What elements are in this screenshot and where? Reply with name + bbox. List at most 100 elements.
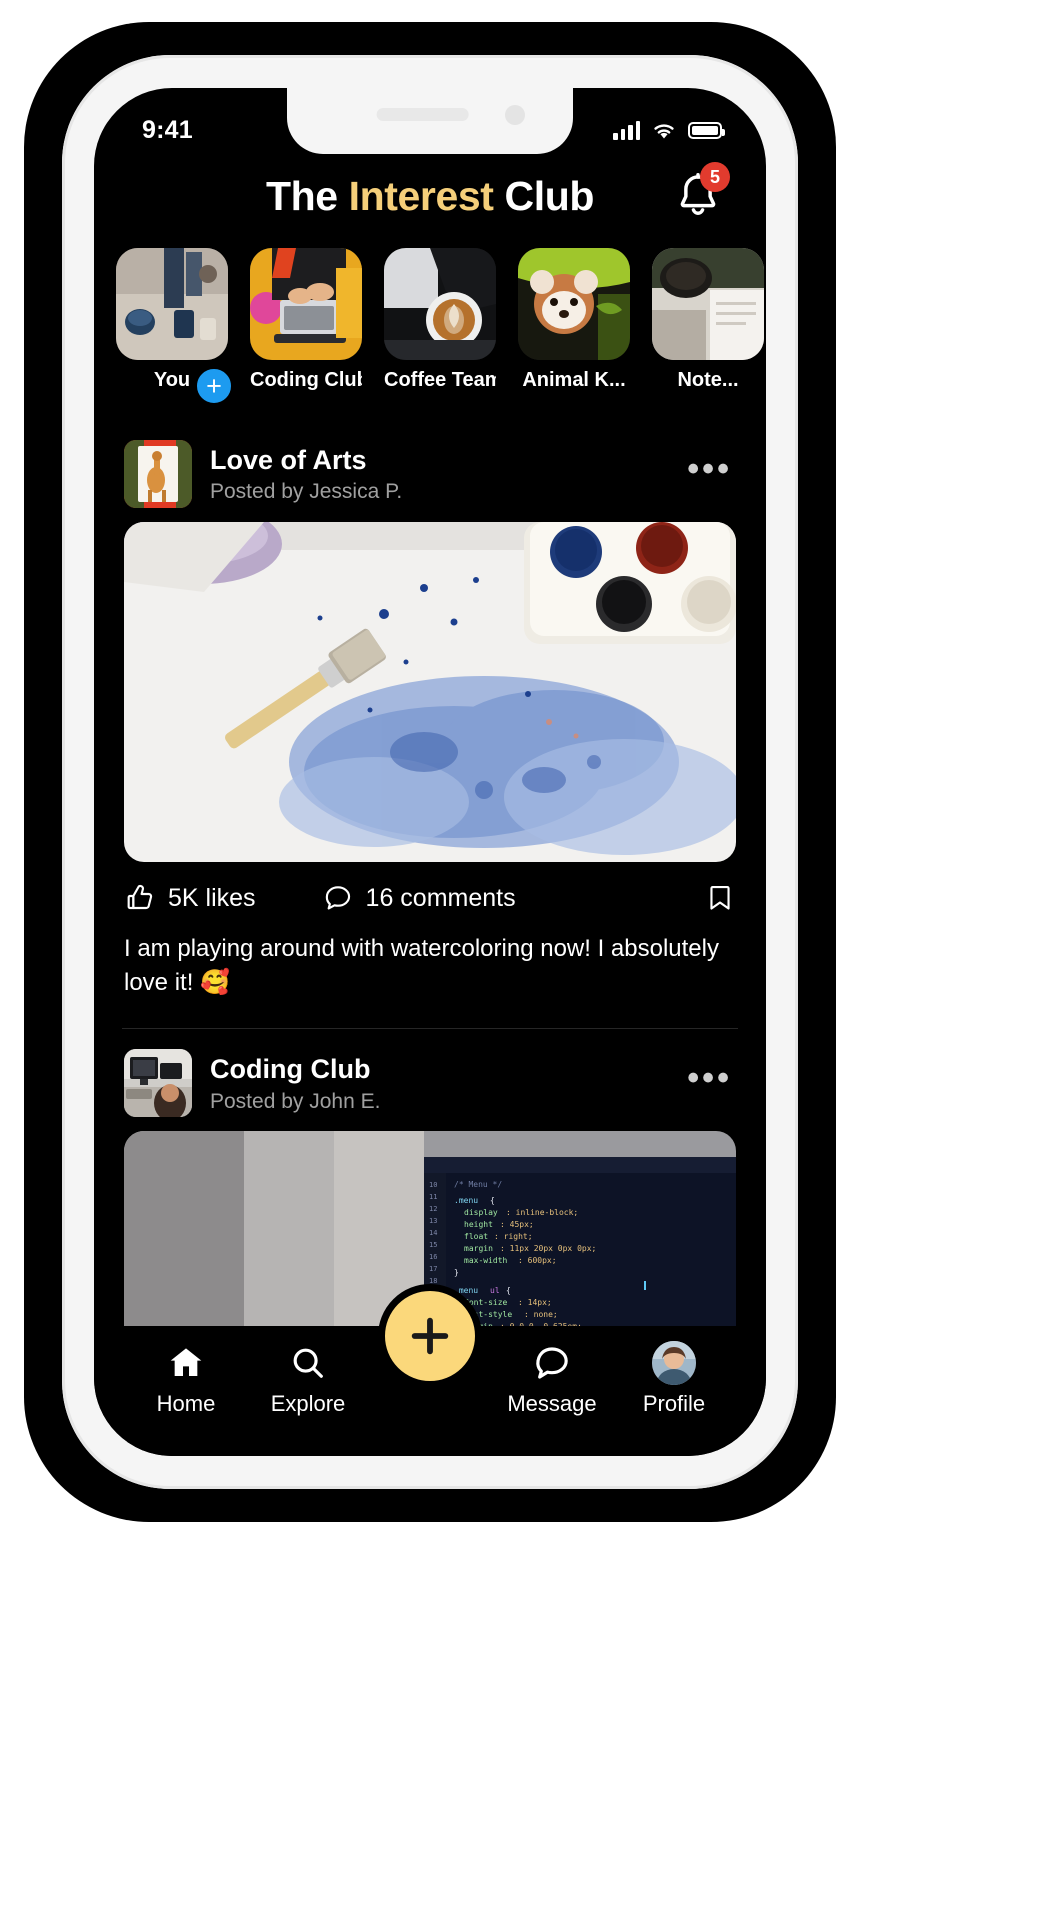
add-story-button[interactable]: +: [194, 366, 234, 404]
home-icon: [166, 1342, 206, 1384]
svg-text:15: 15: [429, 1241, 437, 1249]
nav-label: Explore: [270, 1391, 346, 1416]
story-thumbnail[interactable]: [116, 248, 228, 360]
comment-count: 16 comments: [365, 883, 516, 912]
svg-text:10: 10: [429, 1181, 437, 1189]
more-options-icon[interactable]: •••: [677, 1062, 736, 1104]
giraffe-painting-thumb-image: [124, 440, 192, 508]
app-header: The Interest Club 5: [94, 150, 766, 242]
nav-item-home[interactable]: Home: [128, 1342, 244, 1417]
message-bubble-icon: [532, 1342, 572, 1384]
post-meta: Love of Arts Posted by Jessica P.: [210, 444, 659, 505]
svg-text:16: 16: [429, 1253, 437, 1261]
story-item-coding-club[interactable]: Coding Club: [250, 248, 362, 404]
notifications-button[interactable]: 5: [672, 162, 730, 222]
svg-text:: 11px 20px 0px 0px;: : 11px 20px 0px 0px;: [500, 1244, 596, 1253]
title-club: Club: [493, 172, 595, 219]
svg-text:ul: ul: [490, 1286, 500, 1295]
post-actions: 5K likes 16 comments: [94, 862, 766, 920]
title-interest: Interest: [348, 172, 494, 219]
nav-item-profile[interactable]: Profile: [616, 1341, 732, 1417]
profile-avatar-icon: [652, 1341, 696, 1385]
svg-text:display: display: [464, 1208, 498, 1217]
front-camera: [505, 105, 525, 125]
post-club-name: Love of Arts: [210, 444, 367, 475]
watercolor-painting-flatlay-image: [124, 522, 736, 862]
coffee-cup-notes-image: [652, 248, 764, 360]
nav-item-explore[interactable]: Explore: [250, 1342, 366, 1417]
story-thumbnail[interactable]: [250, 248, 362, 360]
stories-row[interactable]: + You Coding Club Coffee Team Animal K..…: [94, 248, 766, 404]
page-title: The Interest Club: [266, 173, 594, 220]
plus-icon: [411, 1317, 449, 1355]
save-button[interactable]: [704, 882, 736, 914]
svg-text:17: 17: [429, 1265, 437, 1273]
story-item-coffee-team[interactable]: Coffee Team: [384, 248, 496, 404]
post-meta: Coding Club Posted by John E.: [210, 1053, 659, 1114]
story-thumbnail[interactable]: [652, 248, 764, 360]
svg-text:11: 11: [429, 1193, 437, 1201]
svg-text:: inline-block;: : inline-block;: [506, 1208, 578, 1217]
story-item-notes[interactable]: Note...: [652, 248, 764, 404]
story-item-animal-kingdom[interactable]: Animal K...: [518, 248, 630, 404]
cellular-signal-icon: [613, 120, 640, 140]
wifi-icon: [654, 123, 674, 138]
svg-text:}: }: [454, 1268, 459, 1277]
svg-text:margin: margin: [464, 1244, 493, 1253]
post-author: Posted by Jessica P.: [210, 480, 403, 504]
avatar[interactable]: [124, 1049, 192, 1118]
desk-workstation-thumb-image: [124, 1049, 192, 1118]
post-author: Posted by John E.: [210, 1089, 381, 1113]
laptop-coding-image: [250, 248, 362, 360]
avatar[interactable]: [124, 440, 192, 508]
bookmark-icon: [710, 886, 730, 910]
story-item-you[interactable]: + You: [116, 248, 234, 404]
post-media[interactable]: [124, 522, 736, 862]
search-icon: [289, 1342, 327, 1384]
red-panda-image: [518, 248, 630, 360]
svg-text:{: {: [490, 1196, 495, 1205]
notification-badge: 5: [700, 162, 730, 192]
svg-text:13: 13: [429, 1217, 437, 1225]
title-the: The: [265, 172, 349, 219]
svg-text:.menu: .menu: [454, 1196, 478, 1205]
svg-text:: none;: : none;: [524, 1310, 558, 1319]
svg-text:: 600px;: : 600px;: [518, 1256, 557, 1265]
phone-notch: [287, 88, 573, 154]
nav-label: Home: [156, 1391, 216, 1416]
story-label: Note...: [677, 369, 739, 391]
story-thumbnail[interactable]: [384, 248, 496, 360]
thumbs-up-icon: [127, 884, 153, 910]
comment-button[interactable]: 16 comments: [322, 882, 516, 914]
svg-text:float: float: [464, 1232, 488, 1241]
svg-text:/* Menu */: /* Menu */: [454, 1180, 502, 1189]
nav-label: Profile: [642, 1391, 706, 1416]
latte-pour-image: [384, 248, 496, 360]
feed-post: Love of Arts Posted by Jessica P. ••• 5K…: [94, 420, 766, 1014]
battery-full-icon: [688, 121, 725, 139]
coffee-table-scene-image: [116, 248, 228, 360]
story-thumbnail[interactable]: [518, 248, 630, 360]
profile-photo-image: [652, 1341, 696, 1385]
more-options-icon[interactable]: •••: [677, 452, 736, 495]
post-caption: I am playing around with watercoloring n…: [124, 935, 719, 997]
story-label: Coding Club: [250, 369, 362, 391]
post-header: Coding Club Posted by John E. •••: [94, 1029, 766, 1131]
screenshot-canvas: 9:41 The Interest Club 5 + You Coding Cl…: [0, 0, 1046, 1920]
svg-text:14: 14: [429, 1229, 437, 1237]
post-club-name: Coding Club: [210, 1053, 371, 1084]
svg-text:: 45px;: : 45px;: [500, 1220, 534, 1229]
like-count: 5K likes: [168, 883, 256, 912]
svg-text:12: 12: [429, 1205, 437, 1213]
svg-text:{: {: [506, 1286, 511, 1295]
status-time: 9:41: [142, 115, 193, 144]
bottom-navigation[interactable]: Home Explore Message Profile: [94, 1284, 766, 1456]
svg-text:: 14px;: : 14px;: [518, 1298, 552, 1307]
nav-item-message[interactable]: Message: [494, 1342, 610, 1417]
create-post-button[interactable]: [378, 1284, 482, 1388]
nav-label: Message: [507, 1391, 597, 1416]
comment-bubble-icon: [325, 886, 350, 910]
svg-text:: right;: : right;: [494, 1232, 533, 1241]
post-header: Love of Arts Posted by Jessica P. •••: [94, 420, 766, 522]
like-button[interactable]: 5K likes: [124, 882, 256, 914]
